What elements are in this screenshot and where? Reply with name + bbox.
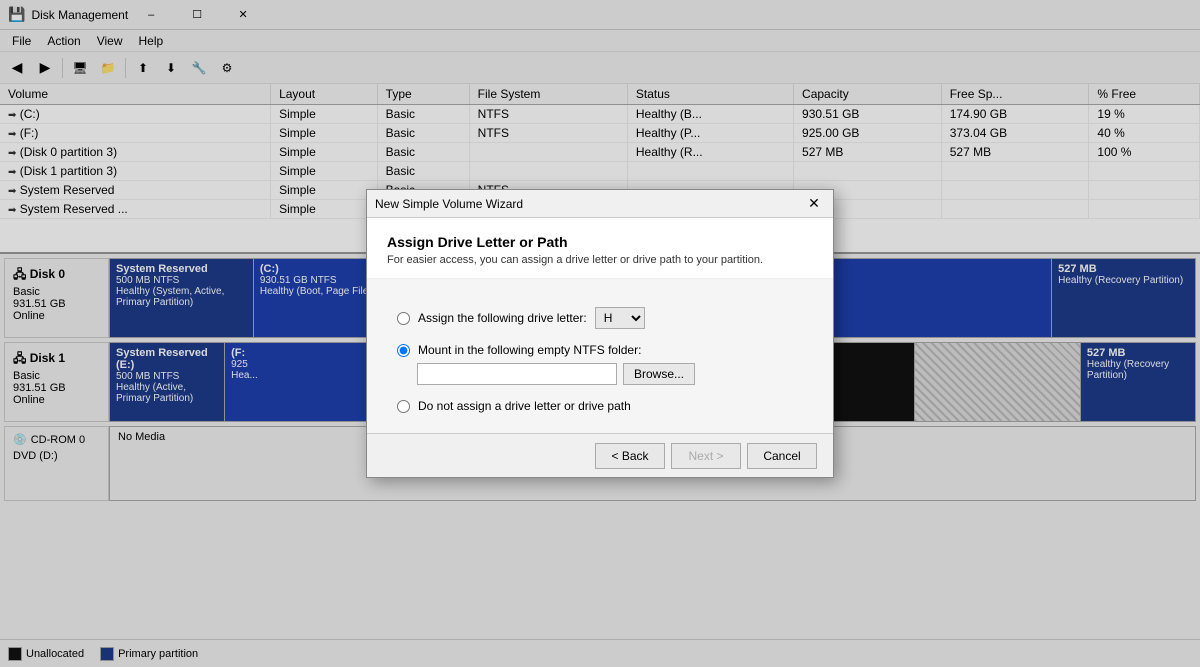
option-no-assign-row: Do not assign a drive letter or drive pa… (397, 399, 803, 413)
option-assign-letter-row: Assign the following drive letter: H I J (397, 307, 803, 329)
wizard-modal: New Simple Volume Wizard ✕ Assign Drive … (366, 189, 834, 478)
option-no-assign-radio[interactable] (397, 400, 410, 413)
next-button[interactable]: Next > (671, 443, 741, 469)
option-mount-folder-label[interactable]: Mount in the following empty NTFS folder… (418, 343, 641, 357)
option-mount-folder-group: Mount in the following empty NTFS folder… (397, 343, 803, 385)
browse-button[interactable]: Browse... (623, 363, 695, 385)
option-mount-folder-radio[interactable] (397, 344, 410, 357)
option-no-assign-label[interactable]: Do not assign a drive letter or drive pa… (418, 399, 631, 413)
modal-heading: Assign Drive Letter or Path (387, 234, 813, 250)
option-assign-letter-label[interactable]: Assign the following drive letter: (418, 311, 587, 325)
modal-subheading: For easier access, you can assign a driv… (387, 254, 813, 266)
option-assign-letter-radio[interactable] (397, 312, 410, 325)
drive-options-group: Assign the following drive letter: H I J… (397, 307, 803, 413)
option-mount-folder-row: Mount in the following empty NTFS folder… (397, 343, 803, 357)
modal-footer: < Back Next > Cancel (367, 433, 833, 477)
back-button[interactable]: < Back (595, 443, 665, 469)
cancel-button[interactable]: Cancel (747, 443, 817, 469)
modal-close-button[interactable]: ✕ (803, 193, 825, 215)
modal-title: New Simple Volume Wizard (375, 197, 803, 211)
drive-letter-select[interactable]: H I J (595, 307, 645, 329)
modal-overlay: New Simple Volume Wizard ✕ Assign Drive … (0, 0, 1200, 667)
ntfs-folder-input[interactable] (417, 363, 617, 385)
modal-header: Assign Drive Letter or Path For easier a… (367, 218, 833, 279)
modal-titlebar: New Simple Volume Wizard ✕ (367, 190, 833, 218)
modal-body: Assign the following drive letter: H I J… (367, 279, 833, 433)
ntfs-folder-row: Browse... (417, 363, 803, 385)
